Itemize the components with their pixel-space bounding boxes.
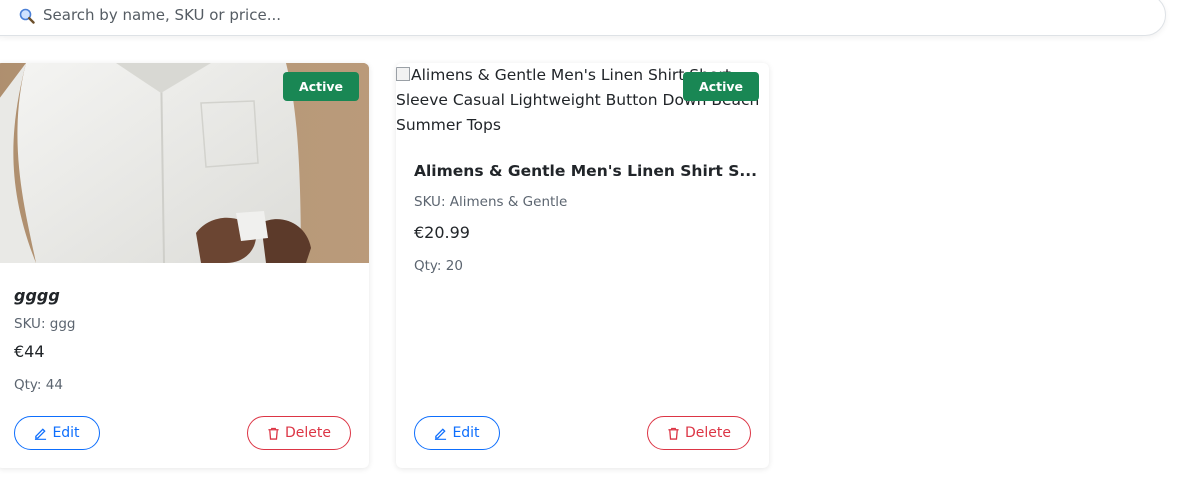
edit-label: Edit [452,425,480,441]
product-price: €20.99 [414,223,470,242]
delete-label: Delete [285,425,331,441]
search-bar[interactable] [0,0,1166,36]
edit-button[interactable]: Edit [14,416,100,450]
status-badge: Active [683,72,759,101]
edit-label: Edit [52,425,80,441]
product-sku: SKU: ggg [14,316,76,332]
product-sku: SKU: Alimens & Gentle [414,194,568,210]
search-icon [19,8,35,24]
pencil-icon [35,427,47,440]
product-card: Active gggg SKU: ggg €44 Qty: 44 Edit De… [0,63,369,468]
product-card: Alimens & Gentle Men's Linen Shirt Short… [396,63,769,468]
pencil-icon [435,427,447,440]
delete-button[interactable]: Delete [247,416,351,450]
product-name: gggg [14,286,60,305]
status-badge: Active [283,72,359,101]
product-name: Alimens & Gentle Men's Linen Shirt S... [414,162,758,180]
trash-icon [668,427,679,440]
trash-icon [268,427,279,440]
broken-image-icon [396,67,410,81]
edit-button[interactable]: Edit [414,416,500,450]
delete-button[interactable]: Delete [647,416,751,450]
delete-label: Delete [685,425,731,441]
product-price: €44 [14,342,45,361]
search-input[interactable] [43,3,943,27]
product-qty: Qty: 44 [14,377,63,393]
product-qty: Qty: 20 [414,258,463,274]
